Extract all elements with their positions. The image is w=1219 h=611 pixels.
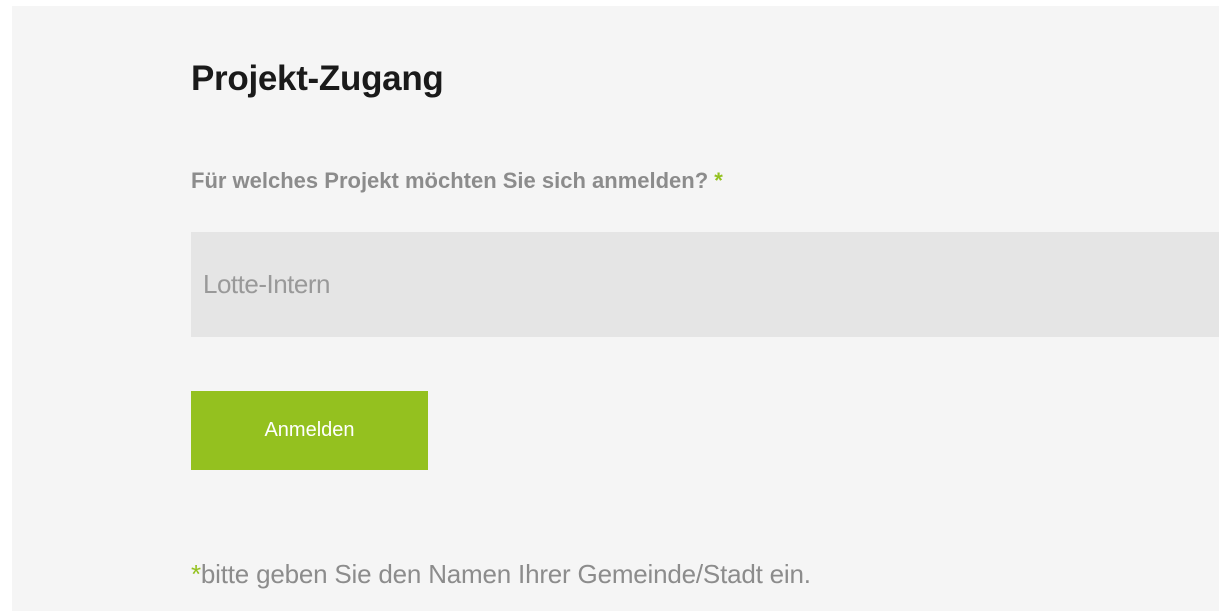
- login-button[interactable]: Anmelden: [191, 391, 428, 470]
- project-question-label: Für welches Projekt möchten Sie sich anm…: [191, 168, 723, 194]
- project-question-text: Für welches Projekt möchten Sie sich anm…: [191, 168, 709, 193]
- required-marker: *: [714, 168, 723, 193]
- footnote-text: bitte geben Sie den Namen Ihrer Gemeinde…: [200, 559, 811, 589]
- page-viewport: Projekt-Zugang Für welches Projekt möcht…: [0, 0, 1219, 611]
- page-title: Projekt-Zugang: [191, 59, 444, 98]
- project-input[interactable]: [191, 232, 1219, 337]
- footnote-marker: *: [191, 559, 201, 589]
- footnote: *bitte geben Sie den Namen Ihrer Gemeind…: [191, 559, 811, 590]
